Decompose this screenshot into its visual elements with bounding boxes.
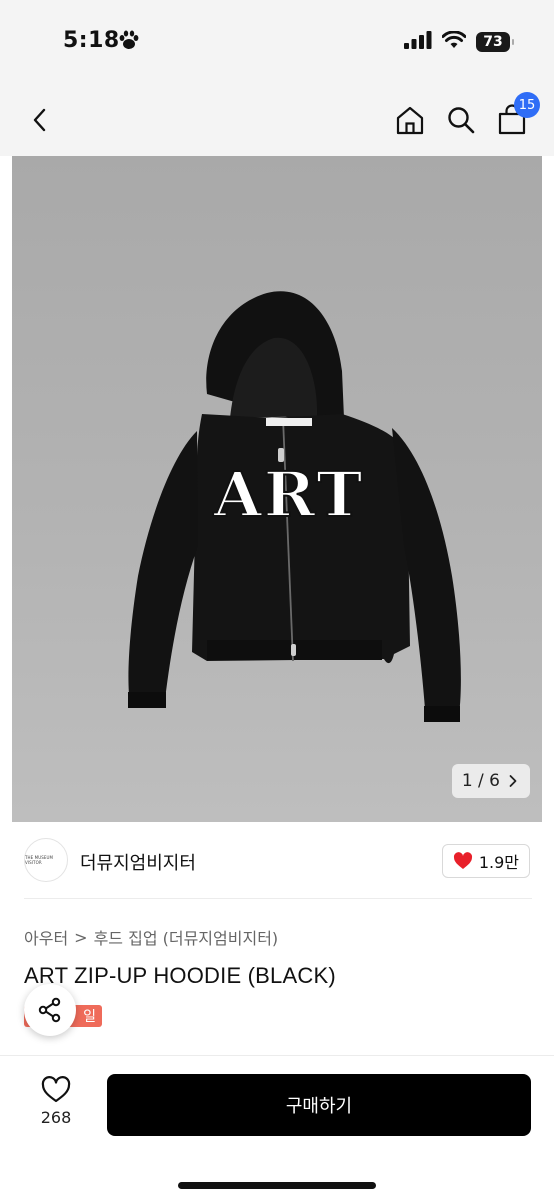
sale-badge-text: 일 — [83, 1009, 96, 1025]
page-indicator-text: 1 / 6 — [461, 771, 500, 791]
hoodie-image: ART — [128, 291, 461, 722]
brand-name[interactable]: 더뮤지엄비지터 — [80, 849, 196, 875]
home-icon — [396, 106, 424, 135]
brand-logo[interactable]: THE MUSEUM VISITOR — [24, 838, 68, 882]
home-indicator — [178, 1182, 376, 1189]
search-button[interactable] — [441, 98, 481, 142]
share-icon — [38, 997, 61, 1023]
product-image-gallery[interactable]: ART 1 / 6 — [12, 156, 542, 822]
share-button[interactable] — [24, 984, 76, 1036]
app-header: 15 — [0, 84, 554, 156]
home-button[interactable] — [390, 98, 430, 142]
cart-count-badge: 15 — [514, 92, 540, 118]
search-icon — [448, 107, 475, 134]
brand-logo-text: THE MUSEUM VISITOR — [25, 855, 54, 865]
heart-filled-icon — [453, 852, 472, 869]
bottom-action-bar: 268 구매하기 — [0, 1055, 554, 1200]
paw-icon — [118, 30, 140, 54]
wifi-icon — [441, 30, 467, 53]
wishlist-button[interactable]: 268 — [30, 1076, 82, 1136]
breadcrumb-subcategory[interactable]: 후드 집업 (더뮤지엄비지터) — [94, 925, 279, 949]
product-title: ART ZIP-UP HOODIE (BLACK) — [24, 963, 336, 988]
page-indicator[interactable]: 1 / 6 — [451, 764, 530, 798]
chevron-right-icon — [509, 775, 517, 787]
art-lettering: ART — [213, 458, 365, 531]
chevron-left-icon — [33, 108, 46, 132]
brand-like-button[interactable]: 1.9만 — [441, 844, 530, 878]
status-time: 5:18 — [63, 28, 120, 53]
cart-button[interactable]: 15 — [492, 92, 540, 142]
divider — [24, 898, 532, 899]
signal-icon — [404, 31, 432, 53]
status-bar: 5:18 73 — [0, 0, 554, 84]
breadcrumb-separator: > — [74, 927, 88, 947]
brand-row[interactable]: THE MUSEUM VISITOR 더뮤지엄비지터 1.9만 — [24, 836, 532, 886]
battery-indicator: 73 — [476, 32, 514, 52]
breadcrumb-category[interactable]: 아우터 — [24, 925, 68, 949]
buy-button[interactable]: 구매하기 — [107, 1074, 531, 1136]
heart-outline-icon — [41, 1076, 71, 1103]
back-button[interactable] — [20, 98, 60, 142]
brand-like-count: 1.9만 — [478, 853, 519, 872]
breadcrumb: 아우터 > 후드 집업 (더뮤지엄비지터) — [24, 925, 278, 949]
wishlist-count: 268 — [40, 1108, 72, 1127]
